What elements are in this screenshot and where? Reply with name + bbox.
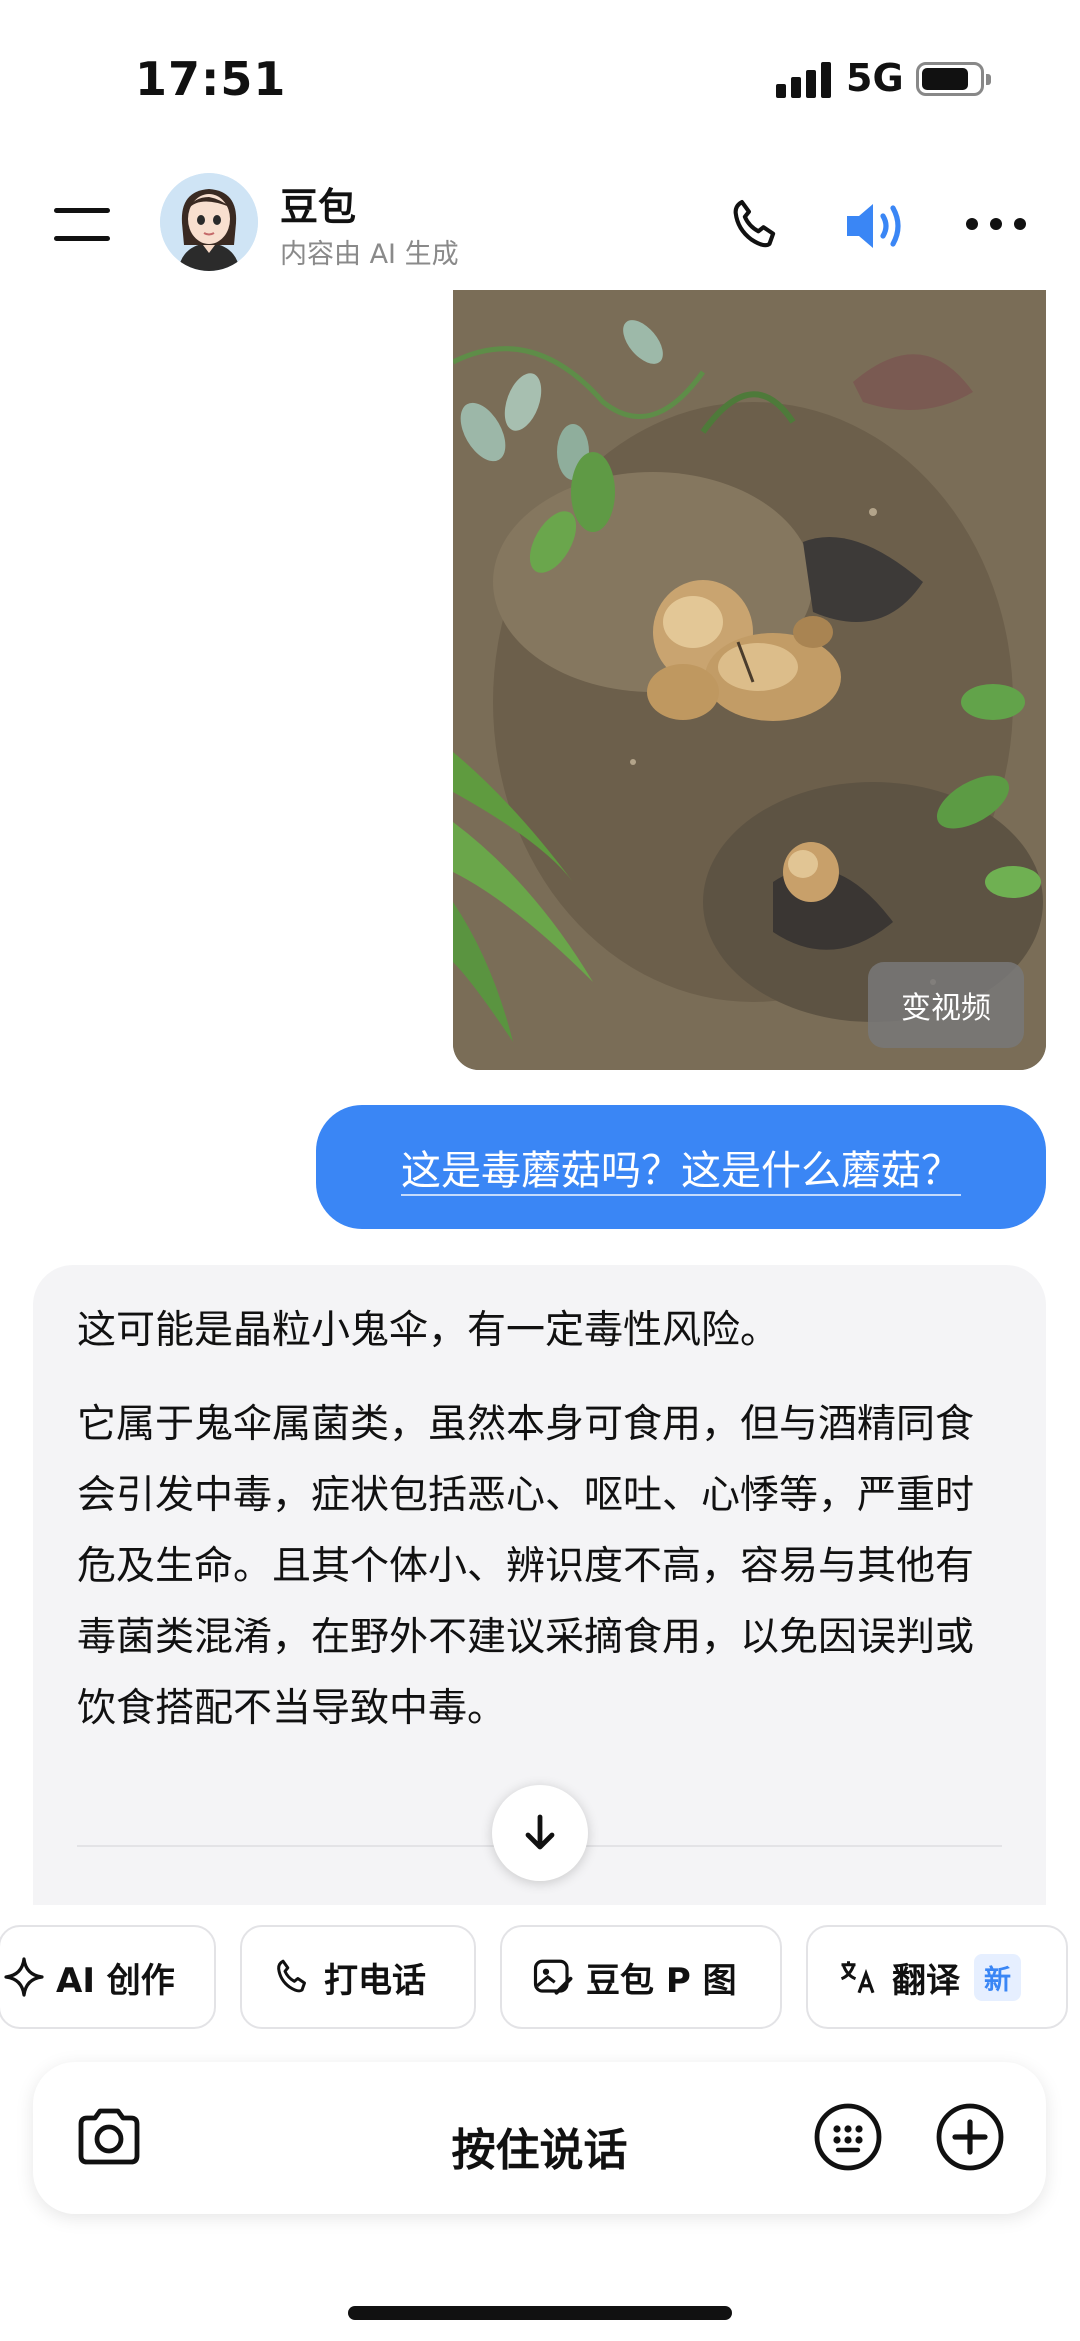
- image-edit-icon: [533, 1959, 573, 1995]
- to-video-button[interactable]: 变视频: [868, 962, 1024, 1048]
- phone-call-icon[interactable]: [726, 196, 784, 254]
- ai-message-paragraph-1: 这可能是晶粒小鬼伞，有一定毒性风险。: [77, 1308, 780, 1353]
- signal-icon: [776, 62, 832, 98]
- user-photo[interactable]: 变视频: [453, 282, 1046, 1070]
- chip-label: AI 创作: [56, 1960, 175, 2001]
- status-bar: 17:51 5G: [0, 0, 1080, 150]
- battery-icon: [916, 62, 991, 96]
- new-badge: 新: [974, 1953, 1021, 2001]
- sparkle-icon: [4, 1957, 44, 1997]
- user-message-text: 这是毒蘑菇吗？这是什么蘑菇？: [401, 1148, 961, 1194]
- arrow-down-icon: [525, 1814, 555, 1850]
- chip-phone-call[interactable]: 打电话: [240, 1925, 476, 2029]
- chat-header: 豆包 内容由 AI 生成: [0, 160, 1080, 290]
- phone-icon: [277, 1959, 306, 1993]
- mushroom-photo-illustration: [453, 282, 1046, 1070]
- avatar[interactable]: [160, 173, 258, 271]
- chip-ai-create[interactable]: AI 创作: [0, 1925, 216, 2029]
- chip-label: 翻译: [892, 1960, 960, 2001]
- chip-translate[interactable]: 翻译 新: [806, 1925, 1068, 2029]
- more-options-icon[interactable]: [966, 218, 1028, 232]
- user-message-bubble[interactable]: 这是毒蘑菇吗？这是什么蘑菇？: [316, 1105, 1046, 1229]
- chip-label: 打电话: [324, 1960, 426, 2001]
- scroll-to-bottom-button[interactable]: [492, 1785, 588, 1881]
- menu-icon[interactable]: [54, 204, 110, 244]
- hold-to-talk-button[interactable]: 按住说话: [33, 2114, 1046, 2178]
- home-indicator: [348, 2306, 732, 2320]
- quick-actions: AI 创作 打电话 豆包 P 图 翻译 新: [0, 1905, 1080, 2055]
- network-type: 5G: [846, 56, 904, 100]
- keyboard-icon[interactable]: [813, 2102, 883, 2172]
- translate-icon: [840, 1961, 875, 1994]
- bot-name: 豆包: [280, 185, 357, 229]
- input-bar: 按住说话: [33, 2062, 1046, 2214]
- status-time: 17:51: [135, 52, 287, 106]
- add-icon[interactable]: [935, 2102, 1005, 2172]
- speaker-icon[interactable]: [843, 198, 909, 254]
- chip-image-edit[interactable]: 豆包 P 图: [500, 1925, 782, 2029]
- ai-message-paragraph-2: 它属于鬼伞属菌类，虽然本身可食用，但与酒精同食会引发中毒，症状包括恶心、呕吐、心…: [77, 1402, 975, 1731]
- ai-generated-note: 内容由 AI 生成: [280, 239, 459, 270]
- chip-label: 豆包 P 图: [586, 1960, 737, 2001]
